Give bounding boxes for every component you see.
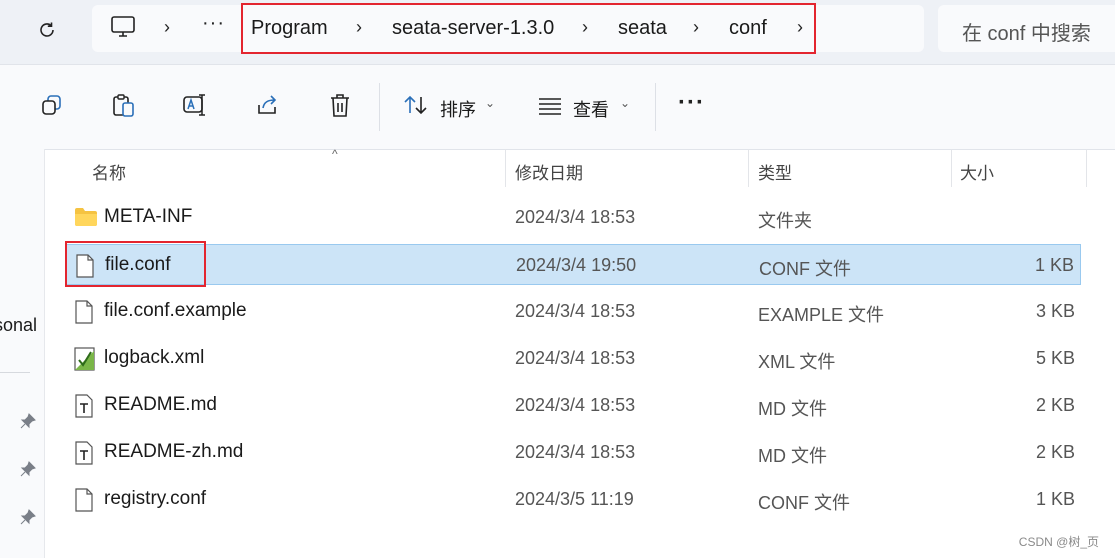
- file-date: 2024/3/4 18:53: [515, 442, 636, 462]
- file-icon: [75, 300, 93, 324]
- toolbar-divider: [379, 83, 380, 131]
- file-row-file-conf[interactable]: file.conf 2024/3/4 19:50 CONF 文件 1 KB: [66, 244, 1081, 285]
- navigation-pane: sonal: [0, 149, 45, 558]
- watermark: CSDN @树_页: [1018, 535, 1099, 549]
- command-bar: 排序 ⌄ 查看 ⌄ ···: [0, 64, 1115, 150]
- folder-icon: [75, 208, 97, 226]
- sort-icon[interactable]: [403, 93, 429, 117]
- file-type: MD 文件: [758, 446, 827, 466]
- column-separator[interactable]: [748, 149, 749, 187]
- file-size: 2 KB: [1035, 395, 1075, 415]
- refresh-icon: [40, 22, 54, 37]
- file-type: 文件夹: [758, 211, 812, 231]
- file-size: 5 KB: [1035, 348, 1075, 368]
- column-header-name[interactable]: 名称: [92, 159, 126, 184]
- file-date: 2024/3/4 18:53: [515, 395, 636, 415]
- file-row-readme-zh-md[interactable]: README-zh.md 2024/3/4 18:53 MD 文件 2 KB: [66, 432, 1081, 473]
- column-header-type[interactable]: 类型: [758, 159, 792, 184]
- file-date: 2024/3/4 19:50: [516, 255, 637, 275]
- share-icon[interactable]: [255, 93, 281, 117]
- file-row-file-conf-example[interactable]: file.conf.example 2024/3/4 18:53 EXAMPLE…: [66, 291, 1081, 332]
- nav-divider: [0, 372, 30, 373]
- file-row-registry-conf[interactable]: registry.conf 2024/3/5 11:19 CONF 文件 1 K…: [66, 479, 1081, 520]
- file-date: 2024/3/4 18:53: [515, 348, 636, 368]
- file-icon: [75, 488, 93, 512]
- file-type: EXAMPLE 文件: [758, 305, 885, 325]
- file-name[interactable]: registry.conf: [104, 488, 206, 510]
- text-file-icon: [75, 441, 93, 465]
- address-bar: › ··· Program › seata-server-1.3.0 › sea…: [0, 0, 1115, 64]
- file-row-readme-md[interactable]: README.md 2024/3/4 18:53 MD 文件 2 KB: [66, 385, 1081, 426]
- file-name[interactable]: META-INF: [104, 206, 192, 228]
- file-row-meta-inf[interactable]: META-INF 2024/3/4 18:53 文件夹: [66, 197, 1081, 238]
- file-size: 3 KB: [1035, 301, 1075, 321]
- sort-button[interactable]: 排序: [440, 96, 476, 122]
- column-header-date[interactable]: 修改日期: [515, 159, 583, 184]
- rename-icon[interactable]: [182, 93, 208, 117]
- more-options-button[interactable]: ···: [678, 89, 705, 117]
- sort-ascending-icon: ^: [332, 147, 338, 161]
- file-type: CONF 文件: [758, 493, 850, 513]
- refresh-button[interactable]: [30, 14, 64, 46]
- text-file-icon: [75, 394, 93, 418]
- file-date: 2024/3/4 18:53: [515, 207, 636, 227]
- file-size: 2 KB: [1035, 442, 1075, 462]
- delete-icon[interactable]: [328, 93, 352, 119]
- copy-icon[interactable]: [40, 93, 64, 117]
- column-header-row: ^ 名称 修改日期 类型 大小: [44, 147, 1115, 189]
- file-type: XML 文件: [758, 352, 836, 372]
- file-type: CONF 文件: [759, 259, 851, 279]
- file-date: 2024/3/5 11:19: [515, 489, 634, 509]
- column-header-size[interactable]: 大小: [960, 159, 994, 184]
- file-row-logback-xml[interactable]: logback.xml 2024/3/4 18:53 XML 文件 5 KB: [66, 338, 1081, 379]
- file-name[interactable]: README-zh.md: [104, 441, 243, 463]
- chevron-down-icon[interactable]: ⌄: [485, 96, 495, 110]
- column-separator[interactable]: [951, 149, 952, 187]
- chevron-down-icon[interactable]: ⌄: [620, 96, 630, 110]
- view-button[interactable]: 查看: [573, 96, 609, 122]
- column-separator[interactable]: [505, 149, 506, 187]
- file-type: MD 文件: [758, 399, 827, 419]
- file-size: 1 KB: [1034, 255, 1074, 275]
- breadcrumb-annotation-box: [241, 3, 816, 54]
- file-annotation-box: [65, 241, 206, 287]
- file-size: 1 KB: [1035, 489, 1075, 509]
- pin-icon: [20, 413, 36, 429]
- file-name[interactable]: README.md: [104, 394, 217, 416]
- chevron-right-icon[interactable]: ›: [164, 17, 170, 38]
- file-name[interactable]: file.conf.example: [104, 300, 247, 322]
- pin-icon: [20, 461, 36, 477]
- column-separator[interactable]: [1086, 149, 1087, 187]
- xml-file-icon: [74, 347, 95, 371]
- file-name[interactable]: logback.xml: [104, 347, 204, 369]
- nav-item-personal[interactable]: sonal: [0, 315, 37, 336]
- file-date: 2024/3/4 18:53: [515, 301, 636, 321]
- toolbar-divider: [655, 83, 656, 131]
- computer-icon[interactable]: [110, 15, 136, 39]
- pin-icon: [20, 509, 36, 525]
- search-placeholder: 在 conf 中搜索: [962, 23, 1091, 45]
- breadcrumb-overflow[interactable]: ···: [202, 12, 225, 35]
- paste-icon[interactable]: [111, 93, 137, 119]
- view-icon[interactable]: [537, 93, 563, 117]
